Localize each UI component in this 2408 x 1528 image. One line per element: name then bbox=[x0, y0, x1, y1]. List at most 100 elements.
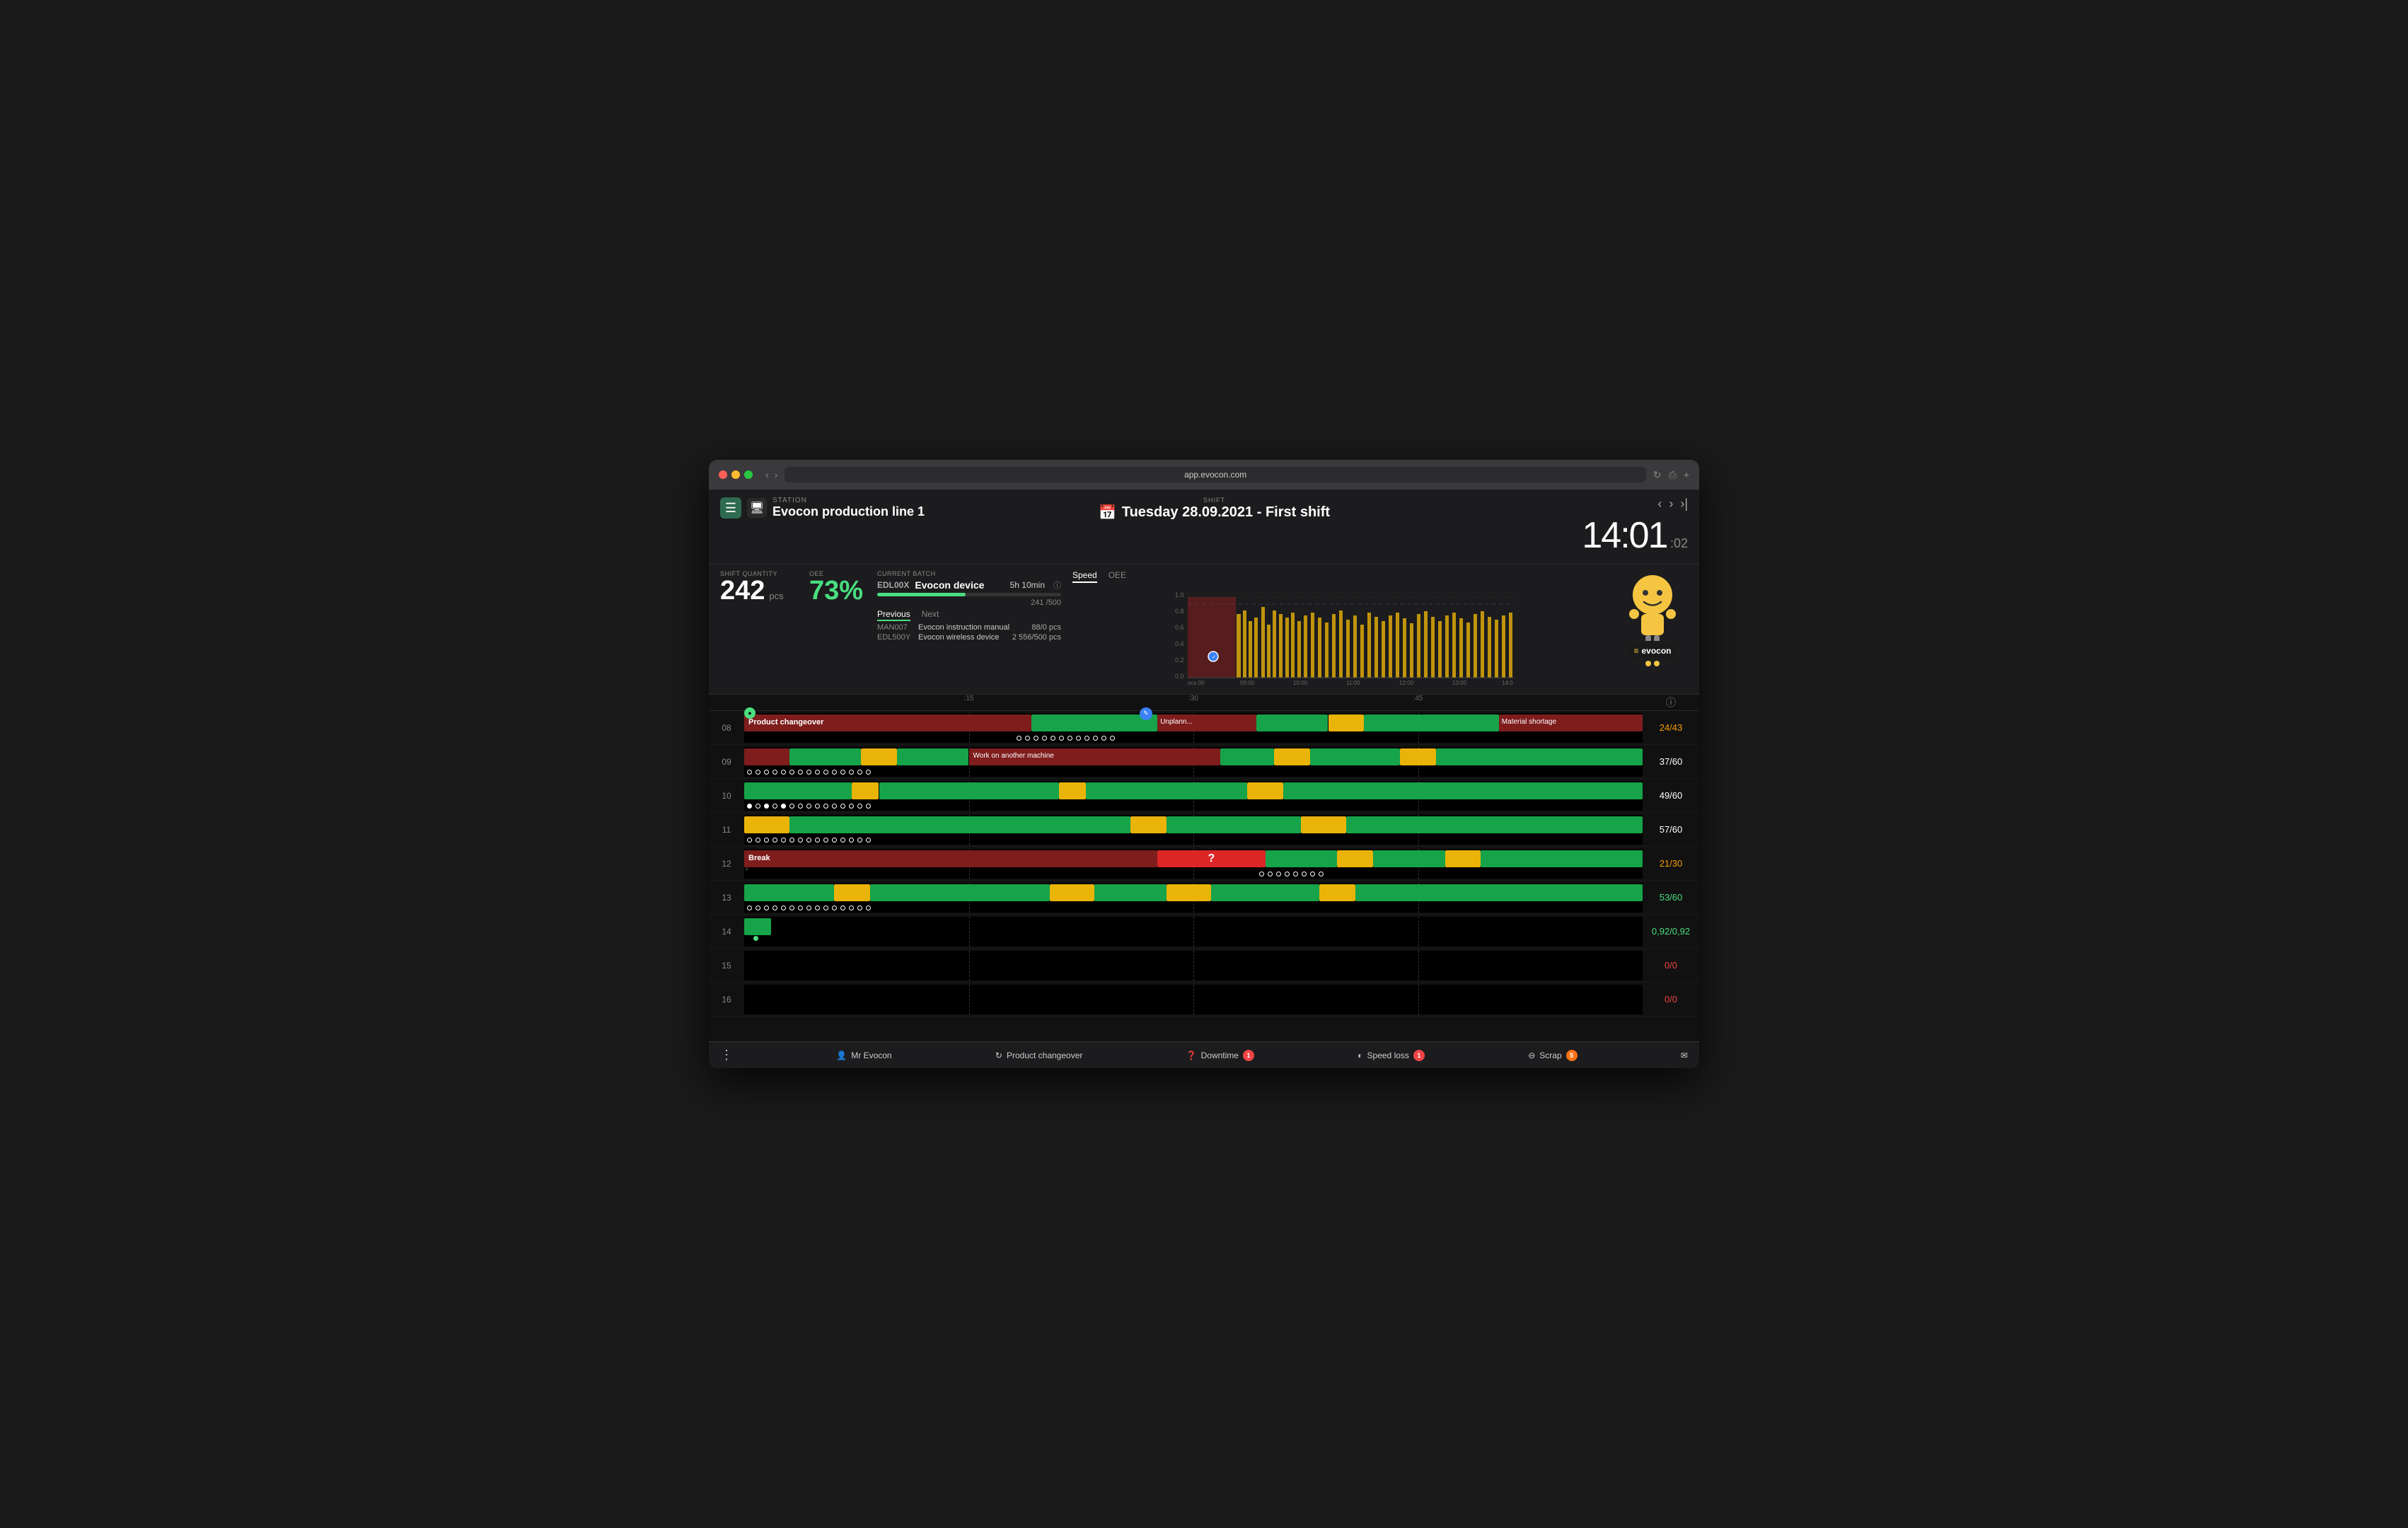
speed-loss-status[interactable]: ◐ Speed loss 1 bbox=[1358, 1050, 1425, 1061]
bar-09-e bbox=[1220, 748, 1274, 765]
address-bar[interactable]: app.evocon.com bbox=[785, 467, 1646, 482]
maximize-button[interactable] bbox=[744, 470, 753, 479]
bar-10-e bbox=[1086, 782, 1248, 799]
chart-tab-oee[interactable]: OEE bbox=[1109, 570, 1126, 583]
bar-break: Break bbox=[744, 850, 1157, 867]
bar-label-material-shortage: Material shortage bbox=[1502, 718, 1556, 726]
station-name: Evocon production line 1 bbox=[772, 504, 925, 519]
svg-text:0.2: 0.2 bbox=[1175, 656, 1184, 664]
downtime-label: Downtime bbox=[1201, 1050, 1239, 1060]
track-08[interactable]: Product changeover Unplann... bbox=[744, 713, 1643, 743]
arrow-12: › bbox=[746, 865, 748, 873]
scrap-status[interactable]: ⊖ Scrap 5 bbox=[1528, 1050, 1577, 1061]
bar-09-i bbox=[1436, 748, 1643, 765]
track-14[interactable] bbox=[744, 917, 1643, 947]
menu-item[interactable]: ⋮ bbox=[720, 1048, 733, 1063]
bar-label-product-changeover: Product changeover bbox=[748, 718, 823, 727]
shift-quantity-value: 242 bbox=[720, 577, 765, 604]
browser-window: ‹ › app.evocon.com ↻ ⎙ + ☰ 🖥 STATION Evo… bbox=[709, 460, 1699, 1068]
speed-loss-badge: 1 bbox=[1413, 1050, 1425, 1061]
speed-icon: ◐ bbox=[1358, 1050, 1362, 1060]
app-body: ☰ 🖥 STATION Evocon production line 1 SHI… bbox=[709, 490, 1699, 1068]
bar-09-g bbox=[1310, 748, 1400, 765]
dots-09 bbox=[744, 770, 1643, 775]
mail-status[interactable]: ✉ bbox=[1681, 1050, 1688, 1060]
batch-time: 5h 10min bbox=[1010, 580, 1045, 590]
progress-bar-fill bbox=[877, 593, 966, 596]
bar-green-08a bbox=[1031, 714, 1157, 731]
progress-text: 241 /500 bbox=[877, 598, 1061, 607]
bar-13-g bbox=[1211, 884, 1319, 901]
bar-09-d bbox=[897, 748, 969, 765]
info-icon: ⓘ bbox=[1666, 695, 1676, 710]
back-button[interactable]: ‹ bbox=[765, 469, 769, 480]
mail-icon: ✉ bbox=[1681, 1050, 1688, 1060]
score-11: 57/60 bbox=[1643, 824, 1699, 835]
batch-items: MAN007 Evocon instruction manual 88/0 pc… bbox=[877, 623, 1061, 642]
browser-chrome: ‹ › app.evocon.com ↻ ⎙ + bbox=[709, 460, 1699, 490]
product-changeover-status[interactable]: ↻ Product changeover bbox=[995, 1050, 1082, 1060]
bar-13-a bbox=[744, 884, 834, 901]
browser-actions: ↻ ⎙ + bbox=[1653, 469, 1689, 481]
refresh-icon[interactable]: ↻ bbox=[1653, 469, 1662, 481]
dots-10 bbox=[744, 804, 1643, 809]
prev-arrow[interactable]: ‹ bbox=[1657, 497, 1662, 511]
close-button[interactable] bbox=[719, 470, 727, 479]
menu-button[interactable]: ☰ bbox=[720, 497, 741, 519]
downtime-status[interactable]: ❓ Downtime 1 bbox=[1186, 1050, 1254, 1061]
browser-nav: ‹ › bbox=[765, 469, 777, 480]
add-tab-icon[interactable]: + bbox=[1684, 469, 1689, 481]
downtime-badge: 1 bbox=[1243, 1050, 1254, 1061]
tab-next[interactable]: Next bbox=[922, 609, 939, 621]
bar-09-f bbox=[1274, 748, 1310, 765]
station-section: ☰ 🖥 STATION Evocon production line 1 bbox=[720, 497, 925, 519]
svg-text:0.0: 0.0 bbox=[1175, 673, 1184, 680]
bar-11-f bbox=[1346, 816, 1643, 833]
timeline-row-08: 08 Product changeover Unplann... bbox=[709, 711, 1699, 745]
track-10[interactable] bbox=[744, 781, 1643, 811]
track-16[interactable] bbox=[744, 985, 1643, 1014]
bar-13-c bbox=[870, 884, 1050, 901]
scrap-badge: 5 bbox=[1566, 1050, 1578, 1061]
track-13[interactable] bbox=[744, 883, 1643, 913]
bar-label-unplanned: Unplann... bbox=[1160, 718, 1193, 726]
chart-tabs: Speed OEE bbox=[1072, 570, 1606, 583]
bar-12-d bbox=[1445, 850, 1481, 867]
bar-09-a bbox=[744, 748, 789, 765]
track-11[interactable] bbox=[744, 815, 1643, 845]
shift-label: SHIFT bbox=[936, 497, 1493, 504]
user-name: Mr Evocon bbox=[851, 1050, 891, 1060]
share-icon[interactable]: ⎙ bbox=[1669, 469, 1677, 481]
timeline-row-10: 10 bbox=[709, 779, 1699, 813]
batch-info-icon[interactable]: ⓘ bbox=[1053, 579, 1061, 591]
bar-09-b bbox=[789, 748, 862, 765]
track-09[interactable]: Work on another machine bbox=[744, 747, 1643, 777]
svg-text:13:00: 13:00 bbox=[1452, 680, 1467, 685]
track-12[interactable]: Break ? › bbox=[744, 849, 1643, 879]
minimize-button[interactable] bbox=[731, 470, 740, 479]
shift-name: 📅 Tuesday 28.09.2021 - First shift bbox=[936, 504, 1493, 521]
svg-text:11:00: 11:00 bbox=[1346, 680, 1360, 685]
header-right: ‹ › ›| 14:01 :02 bbox=[1504, 497, 1688, 557]
timeline-row-12: 12 Break ? › bbox=[709, 847, 1699, 881]
tab-previous[interactable]: Previous bbox=[877, 609, 910, 621]
end-arrow[interactable]: ›| bbox=[1680, 497, 1688, 511]
chart-tab-speed[interactable]: Speed bbox=[1072, 570, 1097, 583]
evocon-logo: ≡ evocon bbox=[1628, 644, 1677, 658]
batch-id: EDL00X bbox=[877, 580, 909, 590]
clock-display: 14:01 :02 bbox=[1582, 514, 1688, 557]
bar-12-b bbox=[1337, 850, 1373, 867]
dot-14 bbox=[753, 936, 758, 941]
info-icon-header[interactable]: ⓘ bbox=[1643, 695, 1699, 710]
oee-block: OEE 73% bbox=[809, 570, 866, 604]
minus-circle-icon: ⊖ bbox=[1528, 1050, 1535, 1060]
mascot-dots bbox=[1645, 661, 1660, 666]
batch-item-1: MAN007 Evocon instruction manual 88/0 pc… bbox=[877, 623, 1061, 632]
user-status[interactable]: 👤 Mr Evocon bbox=[836, 1050, 891, 1060]
track-15[interactable] bbox=[744, 951, 1643, 980]
marker-blue-08: ✎ bbox=[1140, 707, 1152, 720]
next-arrow[interactable]: › bbox=[1669, 497, 1673, 511]
forward-button[interactable]: › bbox=[775, 469, 778, 480]
dots-12 bbox=[1256, 872, 1643, 876]
dots-13 bbox=[744, 905, 1643, 910]
